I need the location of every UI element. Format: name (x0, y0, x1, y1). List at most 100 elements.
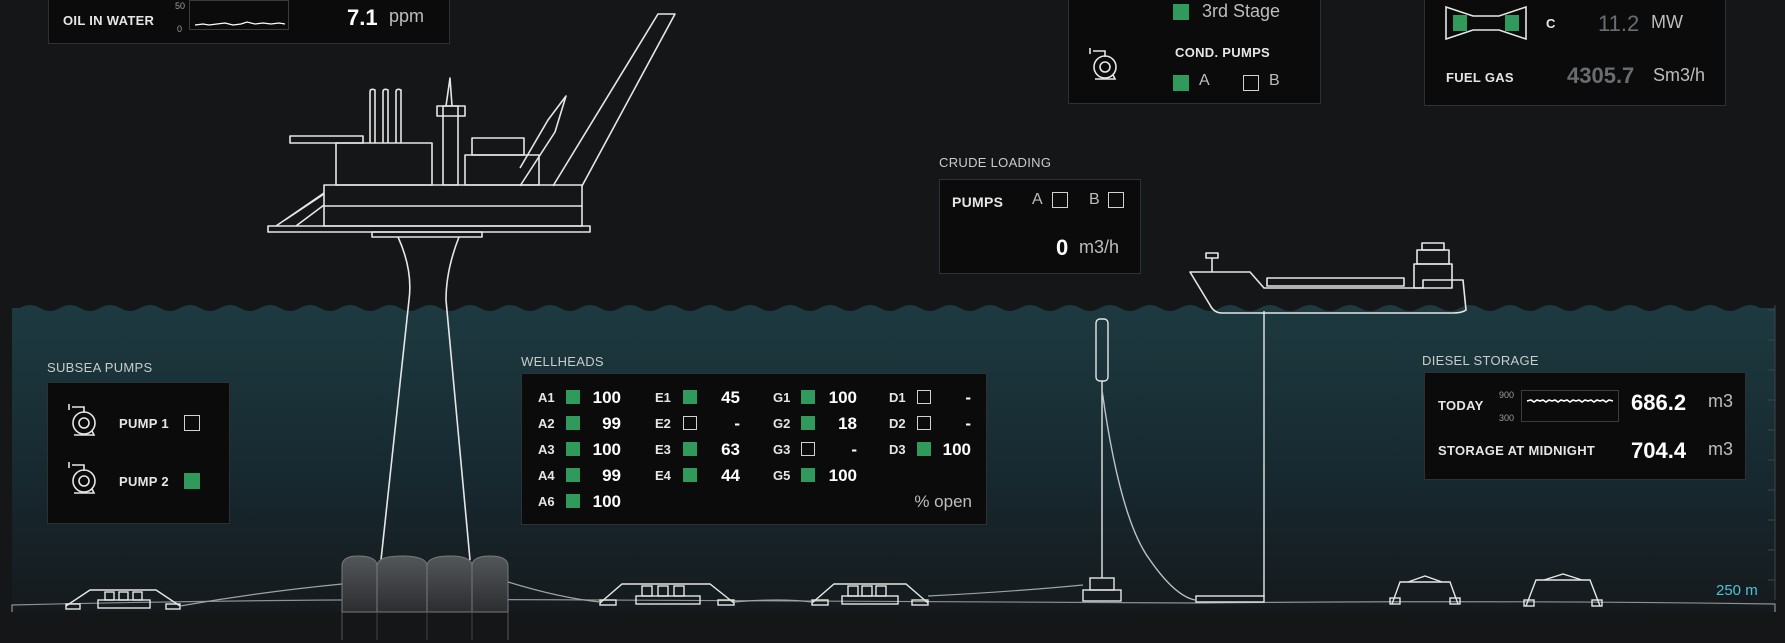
wellhead-a1: A1 100 (538, 388, 621, 410)
cond-pump-a-indicator (1173, 75, 1189, 91)
subsea-pump-1-label: PUMP 1 (119, 416, 169, 431)
wellhead-status-indicator (566, 468, 580, 482)
wellhead-open-value: - (965, 414, 971, 433)
wellhead-id: G1 (773, 390, 791, 405)
compression-panel: 3rd Stage COND. PUMPS A B (1068, 0, 1321, 104)
wellhead-d2: D2 - (889, 414, 971, 436)
wellhead-id: E1 (655, 390, 671, 405)
wellhead-a4: A4 99 (538, 466, 621, 488)
crude-loading-title: CRUDE LOADING (939, 155, 1052, 170)
turbine-icon (1445, 5, 1527, 41)
wellhead-open-value: 44 (721, 466, 740, 485)
wellhead-status-indicator (683, 442, 697, 456)
wellhead-g3: G3 - (773, 440, 857, 462)
wellhead-e3: E3 63 (655, 440, 740, 462)
wellhead-id: D3 (889, 442, 906, 457)
wellhead-e4: E4 44 (655, 466, 740, 488)
wellhead-id: A4 (538, 468, 555, 483)
fuel-gas-label: FUEL GAS (1446, 70, 1514, 85)
wellhead-id: E3 (655, 442, 671, 457)
wellhead-open-value: 63 (721, 440, 740, 459)
subsea-pump-2-indicator (184, 473, 200, 489)
wellhead-open-value: - (851, 440, 857, 459)
oil-in-water-label: OIL IN WATER (63, 13, 155, 28)
cond-pump-b-label: B (1269, 72, 1280, 89)
wellhead-id: G3 (773, 442, 791, 457)
diesel-storage-panel: TODAY 900 300 686.2 m3 STORAGE AT MIDNIG… (1424, 372, 1746, 480)
wellhead-id: A6 (538, 494, 555, 509)
diesel-midnight-label: STORAGE AT MIDNIGHT (1438, 443, 1596, 458)
wellhead-id: E4 (655, 468, 671, 483)
offshore-scene: OIL IN WATER 50 0 7.1 ppm 3rd Stage COND… (0, 0, 1785, 643)
wellhead-id: E2 (655, 416, 671, 431)
wellhead-id: A2 (538, 416, 555, 431)
wellhead-id: A3 (538, 442, 555, 457)
wellhead-status-indicator (917, 390, 931, 404)
wellhead-status-indicator (683, 468, 697, 482)
oil-in-water-panel: OIL IN WATER 50 0 7.1 ppm (48, 0, 450, 44)
crude-pump-a-label: A (1032, 191, 1043, 208)
oil-in-water-unit: ppm (389, 6, 425, 26)
wellhead-open-value: 100 (942, 440, 971, 459)
subsea-pumps-title: SUBSEA PUMPS (47, 360, 153, 375)
turbine-panel: C 11.2 MW FUEL GAS 4305.7 Sm3/h (1424, 0, 1726, 106)
wellhead-status-indicator (917, 416, 931, 430)
oil-in-water-value: 7.1 (347, 5, 378, 30)
turbine-power-unit: MW (1651, 12, 1683, 32)
crude-pump-b-indicator (1108, 192, 1124, 208)
wellhead-id: D1 (889, 390, 906, 405)
wellhead-id: G5 (773, 468, 791, 483)
wellhead-status-indicator (683, 390, 697, 404)
wellhead-open-value: 100 (828, 466, 857, 485)
wellhead-id: A1 (538, 390, 555, 405)
wellhead-id: D2 (889, 416, 906, 431)
crude-flow-unit: m3/h (1079, 237, 1120, 257)
subsea-pump-1-indicator (184, 415, 200, 431)
diesel-midnight-unit: m3 (1708, 439, 1734, 459)
wellhead-g1: G1 100 (773, 388, 857, 410)
turbine-power-value: 11.2 (1598, 11, 1640, 36)
subsea-pumps-panel: PUMP 1 PUMP 2 (47, 382, 230, 524)
turbine-unit-label: C (1546, 16, 1556, 31)
cond-pump-b-indicator (1243, 75, 1259, 91)
wellhead-open-value: 99 (602, 414, 621, 433)
wellhead-status-indicator (917, 442, 931, 456)
wellhead-status-indicator (566, 416, 580, 430)
crude-pumps-label: PUMPS (952, 194, 1004, 210)
wellhead-open-value: - (965, 388, 971, 407)
diesel-today-value: 686.2 (1631, 390, 1687, 415)
cond-pump-icon (1089, 48, 1117, 80)
wellhead-open-value: 100 (592, 440, 621, 459)
wellhead-id: G2 (773, 416, 791, 431)
diesel-storage-title: DIESEL STORAGE (1422, 353, 1539, 368)
wellhead-status-indicator (566, 390, 580, 404)
fuel-gas-unit: Sm3/h (1653, 65, 1706, 85)
tanker-ship (1189, 242, 1467, 314)
wellhead-status-indicator (801, 468, 815, 482)
wellhead-open-value: 18 (838, 414, 857, 433)
wellhead-e1: E1 45 (655, 388, 740, 410)
wellhead-open-value: - (734, 414, 740, 433)
diesel-today-label: TODAY (1438, 398, 1484, 413)
crude-pump-a-indicator (1052, 192, 1068, 208)
wellhead-status-indicator (801, 442, 815, 456)
wellheads-unit-label: % open (914, 492, 972, 511)
wellhead-g2: G2 18 (773, 414, 857, 436)
crude-pump-b-label: B (1089, 191, 1100, 208)
cond-pumps-label: COND. PUMPS (1175, 45, 1271, 60)
diesel-axis-max: 900 (1499, 390, 1515, 400)
subsea-pump-2-icon (68, 462, 96, 494)
wellhead-status-indicator (683, 416, 697, 430)
oil-in-water-axis-max: 50 (175, 1, 186, 11)
wellhead-open-value: 100 (828, 388, 857, 407)
diesel-axis-min: 300 (1499, 413, 1515, 423)
fuel-gas-value: 4305.7 (1567, 63, 1635, 88)
oil-in-water-axis-min: 0 (177, 24, 183, 34)
diesel-today-unit: m3 (1708, 391, 1734, 411)
wellhead-a2: A2 99 (538, 414, 621, 436)
wellhead-status-indicator (566, 494, 580, 508)
subsea-pump-2-label: PUMP 2 (119, 474, 169, 489)
wellhead-open-value: 99 (602, 466, 621, 485)
wellhead-open-value: 100 (592, 492, 621, 511)
wellheads-title: WELLHEADS (521, 354, 604, 369)
